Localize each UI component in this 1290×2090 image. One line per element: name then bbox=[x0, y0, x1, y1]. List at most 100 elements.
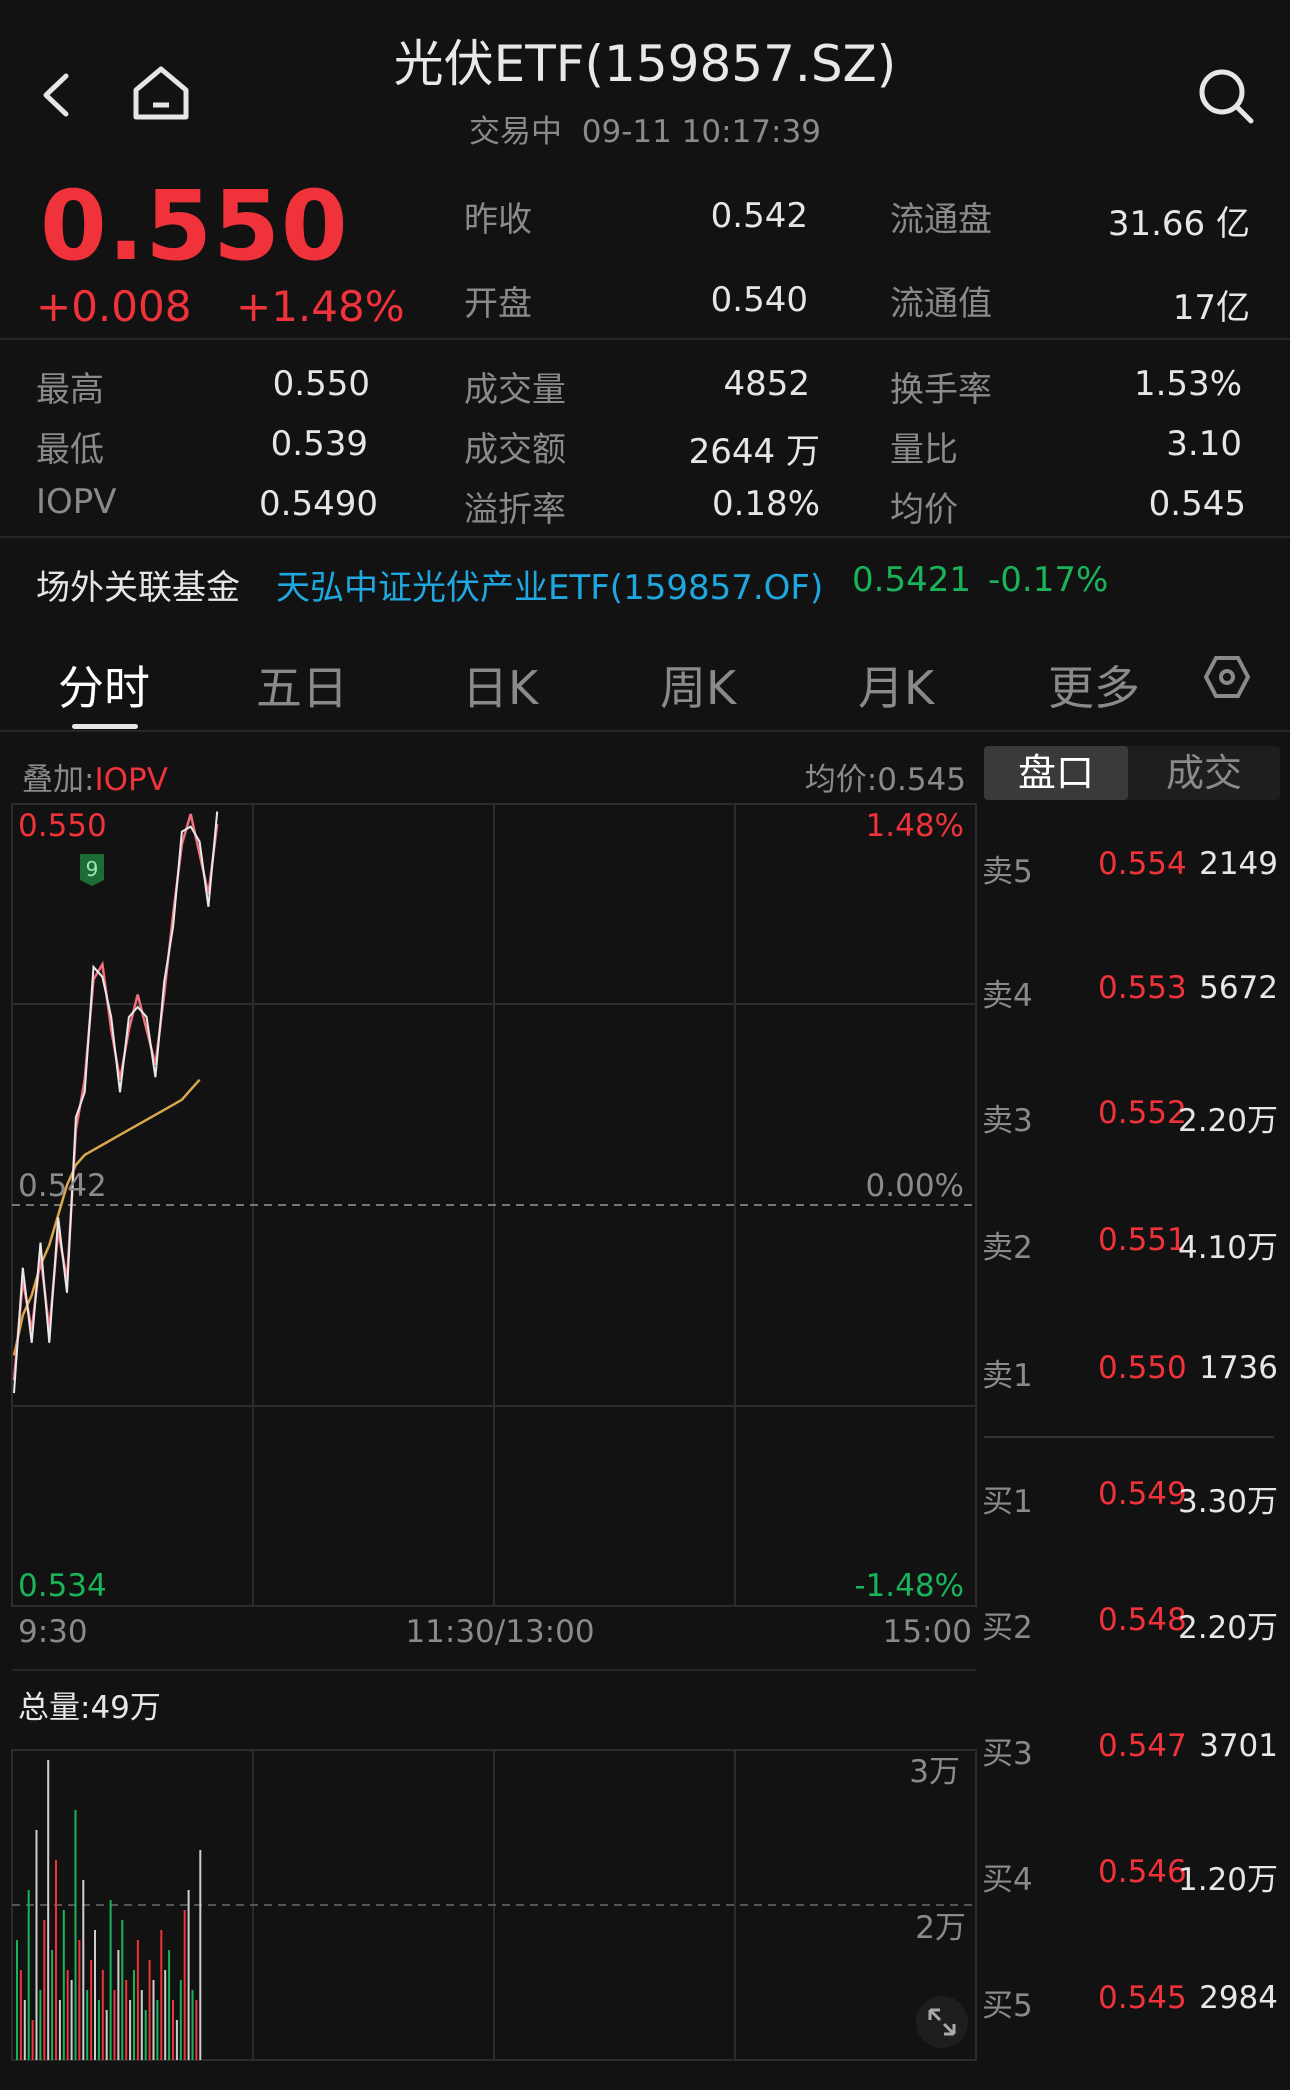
tab-trades[interactable]: 成交 bbox=[1128, 746, 1280, 800]
bid-row: 买3 0.547 3701 bbox=[982, 1728, 1282, 1772]
stat-label-iopv: IOPV bbox=[36, 482, 117, 522]
ask-row: 卖4 0.553 5672 bbox=[982, 970, 1282, 1014]
pct-mid-label: 0.00% bbox=[866, 1168, 964, 1204]
divider bbox=[0, 338, 1290, 340]
volume-bar bbox=[160, 1930, 163, 2060]
bid-price: 0.545 bbox=[1098, 1980, 1187, 2016]
vol-top-label: 3万 bbox=[909, 1754, 960, 1790]
bid-qty: 2984 bbox=[1199, 1980, 1278, 2016]
stat-value-premium: 0.18% bbox=[711, 484, 820, 524]
order-book-tabs: 盘口 成交 bbox=[984, 746, 1280, 800]
stat-value-volume: 4852 bbox=[723, 364, 810, 404]
timestamp: 09-11 10:17:39 bbox=[581, 114, 821, 150]
volume-bar bbox=[47, 1760, 50, 2060]
settings-icon[interactable] bbox=[1204, 654, 1250, 700]
stat-label-amount: 成交额 bbox=[464, 430, 566, 470]
ask-qty: 2149 bbox=[1199, 846, 1278, 882]
volume-bar bbox=[74, 1810, 77, 2060]
stat-label-open: 开盘 bbox=[464, 284, 532, 324]
stat-value-iopv: 0.5490 bbox=[259, 484, 378, 524]
active-tab-indicator bbox=[72, 724, 138, 729]
volume-bar bbox=[140, 1990, 143, 2060]
ask-label: 卖5 bbox=[982, 854, 1033, 890]
ask-qty: 2.20万 bbox=[1177, 1103, 1278, 1139]
volume-bar bbox=[90, 1960, 93, 2060]
stat-value-turnover-rate: 1.53% bbox=[1133, 364, 1242, 404]
related-fund-label: 场外关联基金 bbox=[36, 568, 240, 608]
page-title: 光伏ETF(159857.SZ) bbox=[393, 35, 897, 93]
header-bar: 光伏ETF(159857.SZ) 交易中 09-11 10:17:39 bbox=[0, 0, 1290, 165]
stat-label-premium: 溢折率 bbox=[464, 490, 566, 530]
stat-label-prev-close: 昨收 bbox=[464, 200, 532, 240]
ask-price: 0.550 bbox=[1098, 1350, 1187, 1386]
stat-label-avg-price: 均价 bbox=[890, 490, 958, 530]
tab-daily-k[interactable]: 日K bbox=[462, 652, 538, 718]
volume-bar bbox=[86, 1990, 89, 2060]
tab-monthly-k[interactable]: 月K bbox=[858, 652, 934, 718]
ask-label: 卖4 bbox=[982, 978, 1033, 1014]
search-icon[interactable] bbox=[1196, 66, 1256, 126]
bid-qty: 1.20万 bbox=[1177, 1862, 1278, 1898]
volume-bar bbox=[195, 2000, 198, 2060]
volume-bar bbox=[125, 1980, 128, 2060]
y-top-label: 0.550 bbox=[18, 808, 107, 844]
volume-bar bbox=[152, 1980, 155, 2060]
marker-label: 9 bbox=[86, 857, 99, 881]
stat-value-amount: 2644 万 bbox=[688, 432, 820, 472]
last-price: 0.550 bbox=[40, 170, 349, 282]
volume-bar bbox=[179, 1980, 182, 2060]
tab-order-book[interactable]: 盘口 bbox=[984, 746, 1128, 800]
related-fund-change: -0.17% bbox=[988, 560, 1109, 600]
volume-bar bbox=[27, 1890, 30, 2060]
bid-qty: 2.20万 bbox=[1177, 1610, 1278, 1646]
volume-bar bbox=[62, 1910, 65, 2060]
event-marker: 9 bbox=[80, 854, 104, 886]
bid-price: 0.547 bbox=[1098, 1728, 1187, 1764]
bid-row: 买1 0.549 3.30万 bbox=[982, 1476, 1282, 1520]
stat-value-float-value: 17亿 bbox=[1172, 288, 1250, 328]
ask-label: 卖2 bbox=[982, 1230, 1033, 1266]
tab-weekly-k[interactable]: 周K bbox=[660, 652, 736, 718]
volume-bar bbox=[199, 1850, 202, 2060]
volume-bar bbox=[78, 1940, 81, 2060]
volume-bar bbox=[183, 1910, 186, 2060]
stat-label-low: 最低 bbox=[36, 430, 104, 470]
volume-bar bbox=[82, 1880, 85, 2060]
volume-bars bbox=[16, 1760, 202, 2060]
stat-value-low: 0.539 bbox=[270, 424, 368, 464]
ask-price: 0.554 bbox=[1098, 846, 1187, 882]
bid-row: 买5 0.545 2984 bbox=[982, 1980, 1282, 2024]
stat-value-float-shares: 31.66 亿 bbox=[1107, 204, 1250, 244]
tab-intraday[interactable]: 分时 bbox=[58, 652, 150, 718]
stat-value-volume-ratio: 3.10 bbox=[1166, 424, 1242, 464]
tab-five-day[interactable]: 五日 bbox=[256, 652, 348, 718]
ask-qty: 4.10万 bbox=[1177, 1230, 1278, 1266]
ask-price: 0.551 bbox=[1098, 1222, 1187, 1258]
y-mid-label: 0.542 bbox=[18, 1168, 107, 1204]
volume-bar bbox=[105, 2010, 108, 2060]
bid-row: 买2 0.548 2.20万 bbox=[982, 1602, 1282, 1646]
bid-qty: 3.30万 bbox=[1177, 1484, 1278, 1520]
bid-price: 0.548 bbox=[1098, 1602, 1187, 1638]
bid-price: 0.546 bbox=[1098, 1854, 1187, 1890]
volume-bar bbox=[39, 1990, 42, 2060]
bid-label: 买2 bbox=[982, 1610, 1033, 1646]
volume-bar bbox=[66, 1970, 69, 2060]
tab-more[interactable]: 更多 bbox=[1048, 652, 1140, 718]
volume-bar bbox=[19, 1970, 22, 2060]
bid-label: 买4 bbox=[982, 1862, 1033, 1898]
stat-value-prev-close: 0.542 bbox=[710, 196, 808, 236]
volume-bar bbox=[101, 1970, 104, 2060]
ask-price: 0.553 bbox=[1098, 970, 1187, 1006]
stat-label-high: 最高 bbox=[36, 370, 104, 410]
iopv-line bbox=[13, 811, 219, 1394]
volume-bar bbox=[156, 2000, 159, 2060]
status-text: 交易中 bbox=[469, 114, 563, 150]
related-fund-name[interactable]: 天弘中证光伏产业ETF(159857.OF) bbox=[276, 560, 823, 609]
bid-label: 买3 bbox=[982, 1736, 1033, 1772]
ask-qty: 1736 bbox=[1199, 1350, 1278, 1386]
intraday-chart[interactable]: 9 0.550 0.542 0.534 1.48% 0.00% -1.48% 9… bbox=[0, 730, 980, 2090]
stat-label-turnover-rate: 换手率 bbox=[890, 370, 992, 410]
y-bottom-label: 0.534 bbox=[18, 1568, 107, 1604]
bid-row: 买4 0.546 1.20万 bbox=[982, 1854, 1282, 1898]
